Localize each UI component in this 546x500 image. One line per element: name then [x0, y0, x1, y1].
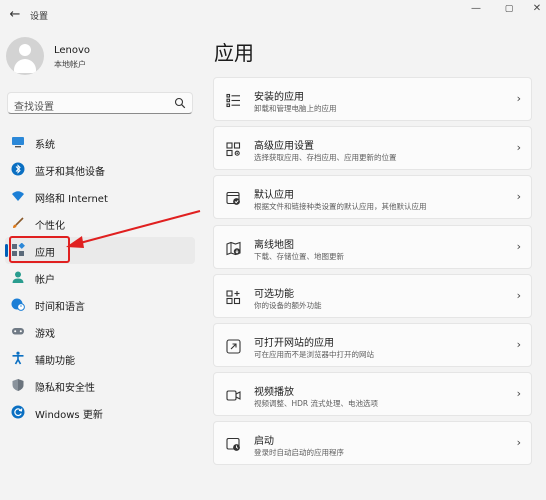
card-startup[interactable]: 启动 登录时自动启动的应用程序 › — [213, 421, 532, 466]
chevron-right-icon: › — [516, 141, 521, 155]
display-icon — [12, 137, 24, 148]
search-input[interactable]: 查找设置 — [7, 92, 193, 114]
video-icon — [226, 390, 241, 401]
chevron-right-icon: › — [516, 190, 521, 204]
card-description: 选择获取应用、存档应用、应用更新的位置 — [254, 153, 397, 163]
minimize-button[interactable]: — — [466, 2, 486, 16]
chevron-right-icon: › — [516, 436, 521, 450]
card-title: 启动 — [254, 436, 274, 448]
default-app-icon — [226, 192, 240, 206]
sidebar-item-network[interactable]: 网络和 Internet — [5, 183, 195, 210]
settings-card-list: 安装的应用 卸载和管理电脑上的应用 › 高级应用设置 选择获取应用、存档应用、应… — [213, 77, 532, 471]
card-optional-features[interactable]: 可选功能 你的设备的额外功能 › — [213, 273, 532, 318]
sidebar-item-windows-update[interactable]: Windows 更新 — [5, 399, 195, 426]
sidebar-item-label: 时间和语言 — [35, 302, 85, 313]
card-description: 登录时自动启动的应用程序 — [254, 448, 344, 458]
back-button[interactable]: ← — [6, 6, 24, 24]
gamepad-icon — [12, 328, 24, 335]
card-default-apps[interactable]: 默认应用 根据文件和链接种类设置的默认应用，其他默认应用 › — [213, 175, 532, 220]
sidebar-item-label: 隐私和安全性 — [35, 383, 95, 394]
sidebar-item-label: 网络和 Internet — [35, 194, 108, 205]
sidebar-item-label: 辅助功能 — [35, 356, 75, 367]
globe-clock-icon — [11, 298, 25, 311]
card-description: 你的设备的额外功能 — [254, 300, 322, 310]
list-icon — [226, 93, 240, 108]
card-title: 高级应用设置 — [254, 141, 314, 153]
sidebar-item-label: 系统 — [35, 140, 55, 151]
chevron-right-icon: › — [516, 239, 521, 253]
sidebar-item-system[interactable]: 系统 — [5, 129, 195, 156]
title-bar: ← 设置 — ▢ ✕ — [0, 0, 546, 30]
sidebar-item-privacy[interactable]: 隐私和安全性 — [5, 372, 195, 399]
card-description: 视频调整、HDR 流式处理、电池选项 — [254, 399, 379, 409]
page-title: 应用 — [214, 41, 254, 65]
person-icon — [12, 271, 24, 283]
sidebar-item-label: Windows 更新 — [35, 410, 103, 421]
startup-icon — [226, 438, 240, 452]
avatar-shoulders — [14, 59, 36, 73]
card-title: 视频播放 — [254, 387, 294, 399]
card-installed-apps[interactable]: 安装的应用 卸载和管理电脑上的应用 › — [213, 77, 532, 121]
card-description: 下载、存储位置、地图更新 — [254, 251, 344, 261]
shield-icon — [12, 379, 24, 391]
card-offline-maps[interactable]: 离线地图 下载、存储位置、地图更新 › — [213, 224, 532, 269]
card-title: 可选功能 — [254, 288, 294, 300]
brush-icon — [13, 217, 24, 228]
sidebar-item-accounts[interactable]: 帐户 — [5, 264, 195, 291]
sidebar-item-personalization[interactable]: 个性化 — [5, 210, 195, 237]
card-description: 根据文件和链接种类设置的默认应用，其他默认应用 — [254, 202, 427, 212]
card-video-playback[interactable]: 视频播放 视频调整、HDR 流式处理、电池选项 › — [213, 372, 532, 417]
sidebar-item-time-language[interactable]: 时间和语言 — [5, 291, 195, 318]
card-title: 安装的应用 — [254, 92, 304, 103]
wifi-icon — [12, 191, 24, 201]
search-icon[interactable] — [174, 97, 186, 109]
maximize-button[interactable]: ▢ — [499, 2, 519, 16]
user-name: Lenovo — [54, 45, 91, 56]
chevron-right-icon: › — [516, 387, 521, 401]
window-title: 设置 — [30, 12, 49, 22]
search-placeholder: 查找设置 — [14, 102, 54, 113]
sidebar-item-bluetooth[interactable]: 蓝牙和其他设备 — [5, 156, 195, 183]
selected-indicator — [5, 244, 8, 257]
accessibility-icon — [12, 351, 24, 365]
avatar[interactable] — [6, 37, 44, 75]
card-title: 默认应用 — [254, 190, 294, 202]
card-title: 可打开网站的应用 — [254, 337, 334, 349]
close-button[interactable]: ✕ — [527, 2, 546, 16]
map-icon — [226, 241, 241, 255]
sidebar-nav: 系统 蓝牙和其他设备 网络和 Internet 个性化 应用 帐户 时间和语言 … — [0, 129, 200, 426]
open-web-icon — [226, 339, 241, 354]
card-description: 卸载和管理电脑上的应用 — [254, 104, 337, 113]
chevron-right-icon: › — [516, 288, 521, 302]
sidebar-item-label: 游戏 — [35, 329, 55, 340]
card-apps-for-websites[interactable]: 可打开网站的应用 可在应用而不是浏览器中打开的网站 › — [213, 322, 532, 367]
sidebar-item-accessibility[interactable]: 辅助功能 — [5, 345, 195, 372]
card-advanced-app-settings[interactable]: 高级应用设置 选择获取应用、存档应用、应用更新的位置 › — [213, 126, 532, 171]
app-settings-icon — [226, 142, 241, 157]
sidebar-item-label: 蓝牙和其他设备 — [35, 167, 105, 178]
annotation-highlight-box — [9, 236, 70, 263]
chevron-right-icon: › — [516, 337, 521, 351]
chevron-right-icon: › — [516, 92, 521, 105]
add-grid-icon — [226, 290, 241, 304]
avatar-head — [19, 44, 31, 56]
card-title: 离线地图 — [254, 239, 294, 251]
card-description: 可在应用而不是浏览器中打开的网站 — [254, 349, 374, 359]
update-icon — [11, 405, 25, 419]
sidebar-item-gaming[interactable]: 游戏 — [5, 318, 195, 345]
account-type: 本地帐户 — [54, 60, 86, 69]
bluetooth-icon — [11, 162, 25, 176]
sidebar-item-label: 帐户 — [35, 275, 55, 286]
sidebar-item-label: 个性化 — [35, 221, 65, 232]
